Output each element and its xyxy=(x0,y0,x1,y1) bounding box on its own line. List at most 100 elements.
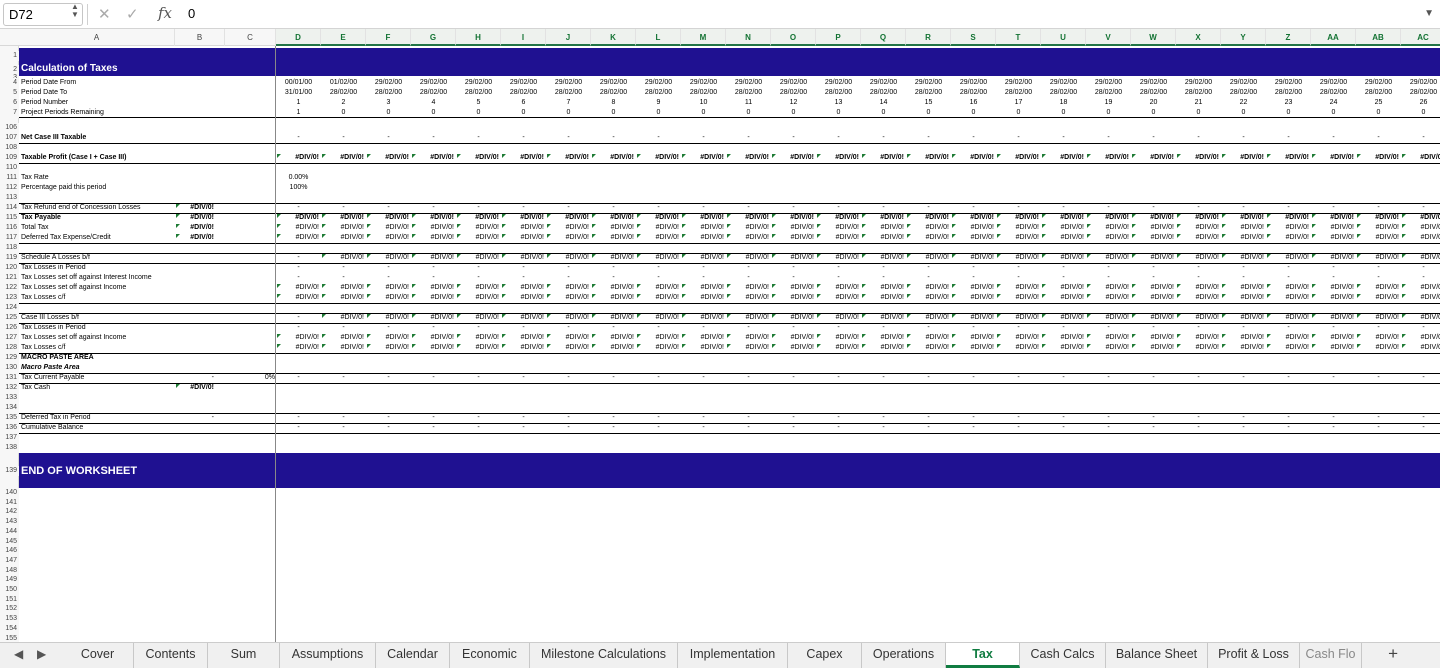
row-number[interactable]: 136 xyxy=(0,423,19,433)
sheet-tab-implementation[interactable]: Implementation xyxy=(678,643,788,668)
row-number[interactable]: 124 xyxy=(0,303,19,313)
row-number[interactable]: 146 xyxy=(0,546,19,557)
row-number[interactable]: 149 xyxy=(0,575,19,586)
row-number[interactable]: 132 xyxy=(0,383,19,393)
column-header-AC[interactable]: AC xyxy=(1401,29,1440,46)
sheet-tab-assumptions[interactable]: Assumptions xyxy=(280,643,376,668)
name-box-stepper-icon[interactable]: ▲ ▼ xyxy=(70,3,80,19)
sheet-tab-operations[interactable]: Operations xyxy=(862,643,946,668)
column-header-D[interactable]: D xyxy=(276,29,321,46)
column-header-U[interactable]: U xyxy=(1041,29,1086,46)
row-number[interactable]: 121 xyxy=(0,273,19,283)
sheet-tab-capex[interactable]: Capex xyxy=(788,643,862,668)
add-sheet-icon[interactable]: + xyxy=(1388,644,1398,664)
next-sheet-icon[interactable]: ▶ xyxy=(37,647,46,661)
row-number[interactable]: 148 xyxy=(0,565,19,576)
formula-input[interactable]: 0 xyxy=(188,6,195,21)
sheet-tab-balance-sheet[interactable]: Balance Sheet xyxy=(1106,643,1208,668)
row-number[interactable]: 117 xyxy=(0,233,19,243)
column-header-O[interactable]: O xyxy=(771,29,816,46)
row-number[interactable]: 134 xyxy=(0,403,19,413)
column-header-A[interactable]: A xyxy=(19,29,175,46)
row-number[interactable]: 137 xyxy=(0,433,19,443)
row-number[interactable]: 125 xyxy=(0,313,19,323)
row-number[interactable]: 114 xyxy=(0,203,19,213)
row-number[interactable]: 131 xyxy=(0,373,19,383)
row-number[interactable]: 126 xyxy=(0,323,19,333)
row-number[interactable]: 138 xyxy=(0,443,19,453)
column-header-B[interactable]: B xyxy=(175,29,225,46)
row-number[interactable]: 133 xyxy=(0,393,19,403)
row-number[interactable]: 4 xyxy=(0,78,19,88)
column-header-N[interactable]: N xyxy=(726,29,771,46)
row-number[interactable]: 152 xyxy=(0,604,19,615)
row-number[interactable]: 144 xyxy=(0,526,19,537)
sheet-tab-milestone-calculations[interactable]: Milestone Calculations xyxy=(530,643,678,668)
column-header-P[interactable]: P xyxy=(816,29,861,46)
sheet-tab-cover[interactable]: Cover xyxy=(62,643,134,668)
row-number[interactable]: 153 xyxy=(0,614,19,625)
row-number[interactable]: 1 xyxy=(0,51,19,61)
column-header-T[interactable]: T xyxy=(996,29,1041,46)
row-number[interactable]: 7 xyxy=(0,108,19,118)
column-header-J[interactable]: J xyxy=(546,29,591,46)
row-number[interactable]: 141 xyxy=(0,497,19,508)
row-number[interactable]: 129 xyxy=(0,353,19,363)
row-number[interactable]: 5 xyxy=(0,88,19,98)
function-icon[interactable]: fx xyxy=(158,4,172,22)
row-number[interactable]: 109 xyxy=(0,153,19,163)
prev-sheet-icon[interactable]: ◀ xyxy=(14,647,23,661)
column-header-Z[interactable]: Z xyxy=(1266,29,1311,46)
row-number[interactable]: 108 xyxy=(0,143,19,153)
cancel-icon[interactable]: ✕ xyxy=(98,5,111,23)
column-header-K[interactable]: K xyxy=(591,29,636,46)
chevron-down-icon[interactable]: ▼ xyxy=(1424,8,1434,19)
column-header-X[interactable]: X xyxy=(1176,29,1221,46)
row-number[interactable]: 143 xyxy=(0,517,19,528)
row-number[interactable]: 142 xyxy=(0,507,19,518)
column-header-V[interactable]: V xyxy=(1086,29,1131,46)
row-number[interactable]: 127 xyxy=(0,333,19,343)
sheet-tab-cash-flo[interactable]: Cash Flo xyxy=(1300,643,1362,668)
column-header-Q[interactable]: Q xyxy=(861,29,906,46)
column-header-AA[interactable]: AA xyxy=(1311,29,1356,46)
row-number[interactable]: 110 xyxy=(0,163,19,173)
column-header-M[interactable]: M xyxy=(681,29,726,46)
sheet-tab-sum[interactable]: Sum xyxy=(208,643,280,668)
row-number[interactable]: 135 xyxy=(0,413,19,423)
row-number[interactable]: 116 xyxy=(0,223,19,233)
column-header-W[interactable]: W xyxy=(1131,29,1176,46)
column-header-AB[interactable]: AB xyxy=(1356,29,1401,46)
row-number[interactable]: 151 xyxy=(0,594,19,605)
row-number[interactable]: 106 xyxy=(0,123,19,133)
column-header-S[interactable]: S xyxy=(951,29,996,46)
row-number[interactable]: 145 xyxy=(0,536,19,547)
column-header-R[interactable]: R xyxy=(906,29,951,46)
confirm-icon[interactable]: ✓ xyxy=(126,5,139,23)
column-header-G[interactable]: G xyxy=(411,29,456,46)
column-header-Y[interactable]: Y xyxy=(1221,29,1266,46)
row-number[interactable]: 147 xyxy=(0,555,19,566)
row-number[interactable]: 107 xyxy=(0,133,19,143)
column-header-I[interactable]: I xyxy=(501,29,546,46)
row-number[interactable]: 122 xyxy=(0,283,19,293)
row-number[interactable]: 154 xyxy=(0,623,19,634)
row-number[interactable]: 118 xyxy=(0,243,19,253)
sheet-tab-profit-loss[interactable]: Profit & Loss xyxy=(1208,643,1300,668)
row-number[interactable]: 112 xyxy=(0,183,19,193)
row-number[interactable]: 115 xyxy=(0,213,19,223)
row-number[interactable]: 128 xyxy=(0,343,19,353)
sheet-tab-calendar[interactable]: Calendar xyxy=(376,643,450,668)
column-header-F[interactable]: F xyxy=(366,29,411,46)
sheet-tab-economic[interactable]: Economic xyxy=(450,643,530,668)
sheet-tab-tax[interactable]: Tax xyxy=(946,643,1020,668)
row-number[interactable]: 130 xyxy=(0,363,19,373)
sheet-tab-contents[interactable]: Contents xyxy=(134,643,208,668)
row-number[interactable]: 6 xyxy=(0,98,19,108)
column-header-E[interactable]: E xyxy=(321,29,366,46)
sheet-tab-cash-calcs[interactable]: Cash Calcs xyxy=(1020,643,1106,668)
row-number[interactable]: 120 xyxy=(0,263,19,273)
row-number[interactable]: 111 xyxy=(0,173,19,183)
column-header-H[interactable]: H xyxy=(456,29,501,46)
row-number[interactable]: 150 xyxy=(0,585,19,595)
